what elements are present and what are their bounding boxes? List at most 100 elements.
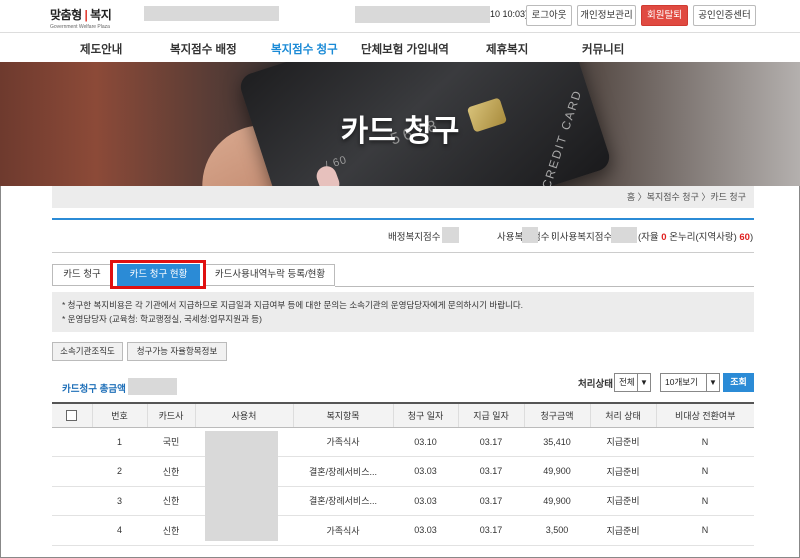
cell-claim-date: 03.03 bbox=[393, 515, 458, 546]
table-row[interactable]: 3 신한 결혼/장례서비스... 03.03 03.17 49,900 지급준비… bbox=[52, 486, 754, 516]
status-select[interactable]: 전체 ▼ bbox=[614, 373, 651, 392]
assigned-points-label: 배정복지점수 : bbox=[388, 232, 446, 243]
onnuri-label: 온누리(지역사랑) bbox=[669, 232, 737, 243]
claim-status-table: 번호 카드사 사용처 복지항목 청구 일자 지급 일자 청구금액 처리 상태 비… bbox=[52, 402, 754, 546]
total-amount-label: 카드청구 총금액 : bbox=[62, 384, 132, 395]
page-size-value: 10개보기 bbox=[665, 377, 698, 387]
nav-partner-welfare[interactable]: 제휴복지 bbox=[486, 41, 528, 57]
status-filter-label: 처리상태 bbox=[578, 379, 613, 390]
unused-points-value bbox=[611, 227, 637, 243]
claimable-items-button[interactable]: 청구가능 자율항목정보 bbox=[127, 342, 227, 361]
col-header-welfare-item: 복지항목 bbox=[292, 402, 393, 428]
points-divider bbox=[52, 252, 754, 253]
col-header-no: 번호 bbox=[91, 402, 147, 428]
logo-main: 맞춤형 bbox=[50, 8, 82, 22]
cell-welfare-item[interactable]: 결혼/장례서비스... bbox=[293, 456, 393, 487]
site-logo[interactable]: 맞춤형 | 복지 Government Welfare Plaza bbox=[50, 6, 120, 30]
total-amount-value bbox=[128, 378, 177, 395]
nav-group-insurance[interactable]: 단체보험 가입내역 bbox=[361, 41, 449, 57]
col-header-claim-date: 청구 일자 bbox=[392, 402, 458, 428]
assigned-points-value bbox=[442, 227, 459, 243]
chevron-down-icon: ▼ bbox=[706, 374, 719, 391]
table-header-row: 번호 카드사 사용처 복지항목 청구 일자 지급 일자 청구금액 처리 상태 비… bbox=[52, 402, 754, 428]
profile-settings-button[interactable]: 개인정보관리 bbox=[577, 5, 636, 26]
nav-system-guide[interactable]: 제도안내 bbox=[80, 41, 122, 57]
col-header-convert: 비대상 전환여부 bbox=[655, 402, 754, 428]
cell-amount: 35,410 bbox=[524, 427, 590, 457]
table-row[interactable]: 2 신한 결혼/장례서비스... 03.03 03.17 49,900 지급준비… bbox=[52, 456, 754, 487]
col-header-card-company: 카드사 bbox=[146, 402, 195, 428]
tab-baseline bbox=[335, 286, 754, 287]
page-size-select[interactable]: 10개보기 ▼ bbox=[660, 373, 720, 392]
top-bar: 맞춤형 | 복지 Government Welfare Plaza 10 10:… bbox=[0, 0, 800, 32]
cell-claim-date: 03.03 bbox=[393, 486, 458, 516]
cell-pay-date: 03.17 bbox=[458, 427, 524, 457]
cell-pay-date: 03.17 bbox=[458, 515, 524, 546]
cell-welfare-item[interactable]: 결혼/장례서비스... bbox=[293, 486, 393, 516]
withdraw-membership-button[interactable]: 회원탈퇴 bbox=[641, 5, 688, 26]
notice-line-2: * 운영담당자 (교육청: 학교행정실, 국세청:업무지원과 등) bbox=[62, 314, 262, 324]
cell-welfare-item[interactable]: 가족식사 bbox=[293, 427, 393, 457]
nav-point-claim[interactable]: 복지점수 청구 bbox=[271, 41, 338, 57]
nav-community[interactable]: 커뮤니티 bbox=[582, 41, 624, 57]
certificate-center-button[interactable]: 공인인증센터 bbox=[693, 5, 756, 26]
cell-convert: N bbox=[656, 515, 754, 546]
points-summary: 배정복지점수 : 사용복지점수 : 미사용복지점수 : (자율 0 온누리(지역… bbox=[52, 226, 754, 244]
cell-pay-date: 03.17 bbox=[458, 486, 524, 516]
cell-welfare-item[interactable]: 가족식사 bbox=[293, 515, 393, 546]
cell-convert: N bbox=[656, 427, 754, 457]
logo-sub: 복지 bbox=[90, 8, 112, 22]
row-checkbox-cell bbox=[52, 486, 92, 516]
cell-no: 3 bbox=[92, 486, 147, 516]
nav-point-allocation[interactable]: 복지점수 배정 bbox=[170, 41, 237, 57]
col-header-store: 사용처 bbox=[194, 402, 293, 428]
main-nav: 제도안내 복지점수 배정 복지점수 청구 단체보험 가입내역 제휴복지 커뮤니티 bbox=[0, 32, 800, 62]
table-row[interactable]: 1 국민 가족식사 03.10 03.17 35,410 지급준비 N bbox=[52, 427, 754, 457]
redacted-store-names bbox=[205, 431, 278, 541]
cell-convert: N bbox=[656, 486, 754, 516]
cell-card-company: 신한 bbox=[147, 486, 195, 516]
login-time: 10 10:03) bbox=[490, 9, 529, 19]
detail-prefix: (자율 bbox=[638, 232, 659, 243]
cell-no: 1 bbox=[92, 427, 147, 457]
redacted-login-info bbox=[355, 6, 490, 23]
logo-tagline: Government Welfare Plaza bbox=[50, 24, 110, 30]
cell-claim-date: 03.10 bbox=[393, 427, 458, 457]
cell-card-company: 신한 bbox=[147, 515, 195, 546]
hero-banner: 5678 / 60 CREDIT CARD 카드 청구 bbox=[0, 62, 800, 186]
cell-status: 지급준비 bbox=[590, 515, 656, 546]
detail-suffix: ) bbox=[749, 232, 754, 243]
notice-line-1: * 청구한 복지비용은 각 기관에서 지급하므로 지급일과 지급여부 등에 대한… bbox=[62, 300, 524, 310]
cell-claim-date: 03.03 bbox=[393, 456, 458, 487]
logout-button[interactable]: 로그아웃 bbox=[526, 5, 572, 26]
onnuri-points-value: 60 bbox=[739, 232, 750, 243]
cell-convert: N bbox=[656, 456, 754, 487]
cell-status: 지급준비 bbox=[590, 456, 656, 487]
cell-amount: 3,500 bbox=[524, 515, 590, 546]
cell-pay-date: 03.17 bbox=[458, 456, 524, 487]
cell-amount: 49,900 bbox=[524, 456, 590, 487]
row-checkbox-cell bbox=[52, 515, 92, 546]
breadcrumb: 홈 〉복지점수 청구 〉카드 청구 bbox=[52, 186, 754, 208]
tab-missing-usage-registration[interactable]: 카드사용내역누락 등록/현황 bbox=[205, 264, 335, 286]
col-header-amount: 청구금액 bbox=[523, 402, 590, 428]
page-title: 카드 청구 bbox=[340, 115, 460, 148]
table-row[interactable]: 4 신한 가족식사 03.03 03.17 3,500 지급준비 N bbox=[52, 515, 754, 546]
self-points-value: 0 bbox=[661, 232, 667, 243]
cell-card-company: 신한 bbox=[147, 456, 195, 487]
search-button[interactable]: 조회 bbox=[723, 373, 754, 392]
cell-card-company: 국민 bbox=[147, 427, 195, 457]
select-all-checkbox[interactable] bbox=[66, 409, 78, 421]
tab-card-claim[interactable]: 카드 청구 bbox=[52, 264, 112, 286]
cell-amount: 49,900 bbox=[524, 486, 590, 516]
col-header-pay-date: 지급 일자 bbox=[457, 402, 524, 428]
unused-points-detail: (자율 0 온누리(지역사랑) 60) bbox=[638, 229, 753, 243]
org-chart-button[interactable]: 소속기관조직도 bbox=[52, 342, 123, 361]
row-checkbox-cell bbox=[52, 456, 92, 487]
highlight-box bbox=[110, 260, 206, 289]
col-header-status: 처리 상태 bbox=[589, 402, 656, 428]
used-points-value bbox=[522, 227, 538, 243]
chevron-down-icon: ▼ bbox=[637, 374, 650, 391]
cell-no: 2 bbox=[92, 456, 147, 487]
cell-status: 지급준비 bbox=[590, 427, 656, 457]
